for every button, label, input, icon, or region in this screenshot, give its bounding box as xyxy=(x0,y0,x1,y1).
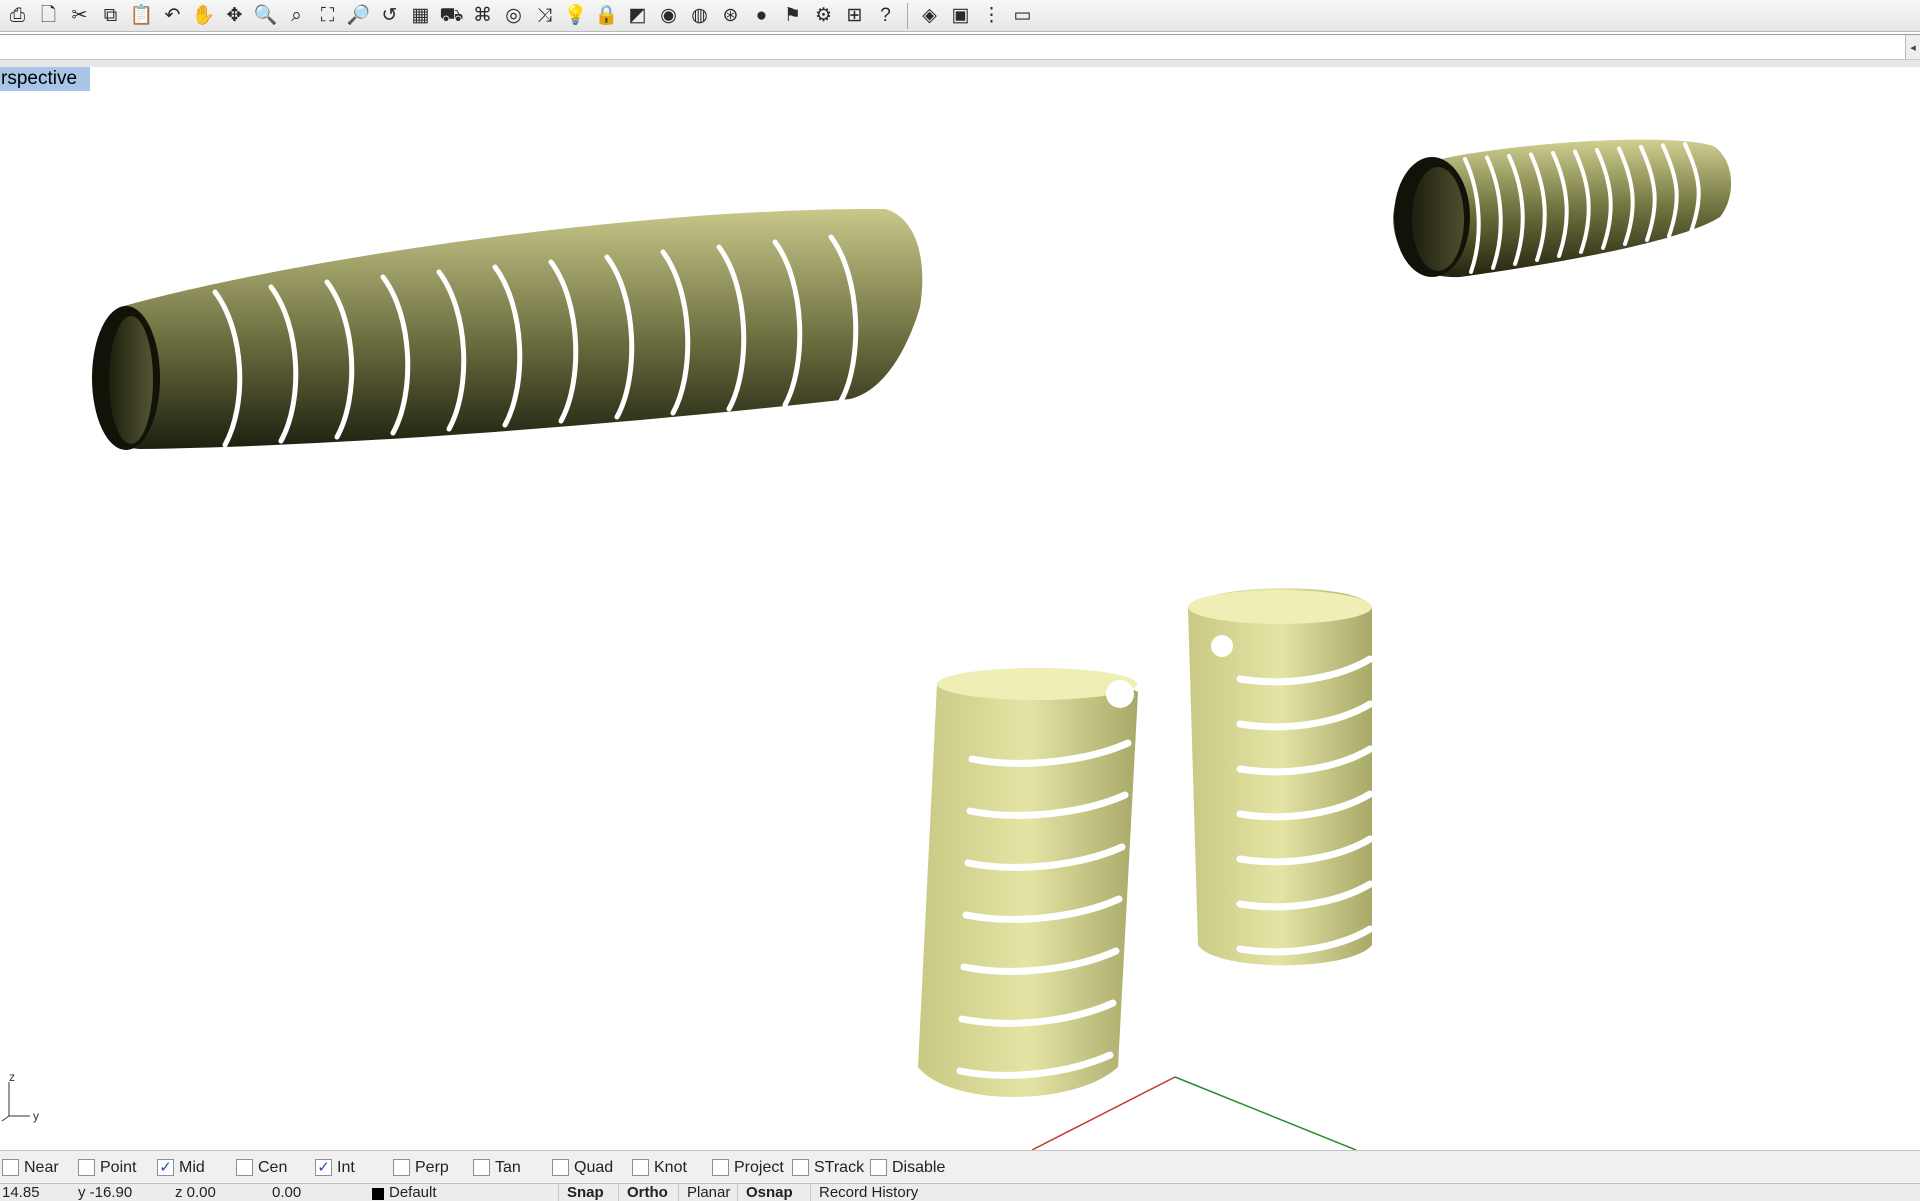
circle-icon[interactable]: ◎ xyxy=(500,2,527,29)
box-view-icon[interactable]: ▣ xyxy=(947,2,974,29)
status-pane-snap[interactable]: Snap xyxy=(558,1184,612,1201)
status-pane-planar[interactable]: Planar xyxy=(678,1184,738,1201)
osnap-disable[interactable]: Disable xyxy=(870,1151,945,1184)
coord-z: z 0.00 xyxy=(175,1184,216,1201)
horizontal-spring-large[interactable] xyxy=(92,208,923,450)
viewport-frame xyxy=(0,60,1920,67)
osnap-int-checkbox[interactable]: ✓ xyxy=(315,1159,332,1176)
osnap-strack[interactable]: STrack xyxy=(792,1151,864,1184)
zoom-selected-icon[interactable]: 🔎 xyxy=(345,2,372,29)
osnap-near[interactable]: Near xyxy=(2,1151,59,1184)
osnap-knot-checkbox[interactable] xyxy=(632,1159,649,1176)
sphere-wire-icon[interactable]: ◍ xyxy=(686,2,713,29)
osnap-mid-checkbox[interactable]: ✓ xyxy=(157,1159,174,1176)
status-pane-osnap[interactable]: Osnap xyxy=(737,1184,801,1201)
osnap-project-checkbox[interactable] xyxy=(712,1159,729,1176)
axis-label-y: y xyxy=(33,1109,39,1123)
vertical-spring-tilted[interactable] xyxy=(918,668,1138,1097)
mesh-sphere-icon[interactable]: ⊛ xyxy=(717,2,744,29)
print-icon[interactable]: ⎙ xyxy=(4,2,31,29)
viewport-title-tab[interactable]: rspective xyxy=(0,67,90,91)
osnap-int[interactable]: ✓ Int xyxy=(315,1151,355,1184)
lock-icon[interactable]: 🔒 xyxy=(593,2,620,29)
status-pane-ortho[interactable]: Ortho xyxy=(618,1184,676,1201)
osnap-point[interactable]: Point xyxy=(78,1151,136,1184)
osnap-tan[interactable]: Tan xyxy=(473,1151,521,1184)
osnap-label: Project xyxy=(734,1158,784,1176)
status-bar: 14.85 y -16.90 z 0.00 0.00 Default Snap O… xyxy=(0,1183,1920,1201)
osnap-disable-checkbox[interactable] xyxy=(870,1159,887,1176)
osnap-label: Point xyxy=(100,1158,137,1176)
layer-color-swatch[interactable] xyxy=(372,1188,384,1200)
osnap-near-checkbox[interactable] xyxy=(2,1159,19,1176)
osnap-quad[interactable]: Quad xyxy=(552,1151,613,1184)
zoom-window-icon[interactable]: ⌕ xyxy=(283,2,310,29)
viewport-scene[interactable]: z y xyxy=(0,67,1920,1150)
zoom-extents-icon[interactable]: ⛶ xyxy=(314,2,341,29)
rotate-view-icon[interactable]: ✥ xyxy=(221,2,248,29)
osnap-label: Int xyxy=(337,1158,355,1176)
osnap-cen[interactable]: Cen xyxy=(236,1151,287,1184)
osnap-label: Near xyxy=(24,1158,59,1176)
coord-x: 14.85 xyxy=(2,1184,40,1201)
osnap-perp[interactable]: Perp xyxy=(393,1151,449,1184)
osnap-strack-checkbox[interactable] xyxy=(792,1159,809,1176)
osnap-mid[interactable]: ✓ Mid xyxy=(157,1151,205,1184)
color-wheel-icon[interactable]: ◉ xyxy=(655,2,682,29)
help-icon[interactable]: ? xyxy=(872,2,899,29)
osnap-label: Quad xyxy=(574,1158,614,1176)
command-scroll-button[interactable]: ◂ xyxy=(1905,35,1920,59)
undo-icon[interactable]: ↶ xyxy=(159,2,186,29)
osnap-label: Cen xyxy=(258,1158,288,1176)
osnap-label: Mid xyxy=(179,1158,205,1176)
horizontal-spring-small[interactable] xyxy=(1393,139,1732,278)
osnap-point-checkbox[interactable] xyxy=(78,1159,95,1176)
gumball-icon[interactable]: ⌘ xyxy=(469,2,496,29)
coord-distance: 0.00 xyxy=(272,1184,302,1201)
current-layer[interactable]: Default xyxy=(389,1185,437,1201)
bulb-icon[interactable]: 💡 xyxy=(562,2,589,29)
pan-hand-icon[interactable]: ✋ xyxy=(190,2,217,29)
dots-icon[interactable]: ⋮ xyxy=(978,2,1005,29)
osnap-label: Tan xyxy=(495,1158,521,1176)
perspective-viewport[interactable]: z y rspective xyxy=(0,67,1920,1150)
render-sphere-icon[interactable]: ● xyxy=(748,2,775,29)
copy-icon[interactable]: ⧉ xyxy=(97,2,124,29)
osnap-cen-checkbox[interactable] xyxy=(236,1159,253,1176)
options-icon[interactable]: ⊞ xyxy=(841,2,868,29)
zoom-dynamic-icon[interactable]: 🔍 xyxy=(252,2,279,29)
vertical-spring-upright[interactable] xyxy=(1188,588,1374,966)
osnap-tan-checkbox[interactable] xyxy=(473,1159,490,1176)
window-icon[interactable]: ▭ xyxy=(1009,2,1036,29)
four-viewports-icon[interactable]: ▦ xyxy=(407,2,434,29)
main-toolbar: ⎙ 🗋 ✂ ⧉ 📋 ↶ ✋ ✥ 🔍 ⌕ ⛶ 🔎 ↺ ▦ ⛟ ⌘ ◎ ⤨ 💡 🔒 ◩ ◉ ◍ ⊛ ● ⚑ ⚙ ⊞? ◈ ▣ ⋮ ▭ xyxy=(0,0,1920,32)
osnap-label: Perp xyxy=(415,1158,449,1176)
cut-icon[interactable]: ✂ xyxy=(66,2,93,29)
axis-triad: z y xyxy=(1,1070,39,1123)
layer-icon[interactable]: ◩ xyxy=(624,2,651,29)
toolbar-separator xyxy=(907,2,908,29)
gear-icon[interactable]: ⚙ xyxy=(810,2,837,29)
paste-icon[interactable]: 📋 xyxy=(128,2,155,29)
car-icon[interactable]: ⛟ xyxy=(438,2,465,29)
osnap-label: STrack xyxy=(814,1158,865,1176)
osnap-project[interactable]: Project xyxy=(712,1151,784,1184)
osnap-bar: Near Point ✓ Mid Cen ✓ Int Perp Tan Quad Knot Proje… xyxy=(0,1150,1920,1184)
status-pane-record-history[interactable]: Record History xyxy=(810,1184,926,1201)
osnap-label: Disable xyxy=(892,1158,946,1176)
axis-label-z: z xyxy=(9,1070,15,1084)
coord-y: y -16.90 xyxy=(78,1184,133,1201)
new-icon[interactable]: 🗋 xyxy=(35,2,62,29)
cube-view-icon[interactable]: ◈ xyxy=(916,2,943,29)
flag-icon[interactable]: ⚑ xyxy=(779,2,806,29)
osnap-label: Knot xyxy=(654,1158,687,1176)
undo-view-icon[interactable]: ↺ xyxy=(376,2,403,29)
world-axes xyxy=(1031,1076,1357,1150)
transform-icon[interactable]: ⤨ xyxy=(531,2,558,29)
osnap-perp-checkbox[interactable] xyxy=(393,1159,410,1176)
osnap-quad-checkbox[interactable] xyxy=(552,1159,569,1176)
osnap-knot[interactable]: Knot xyxy=(632,1151,687,1184)
command-line[interactable]: ◂ xyxy=(0,34,1920,60)
